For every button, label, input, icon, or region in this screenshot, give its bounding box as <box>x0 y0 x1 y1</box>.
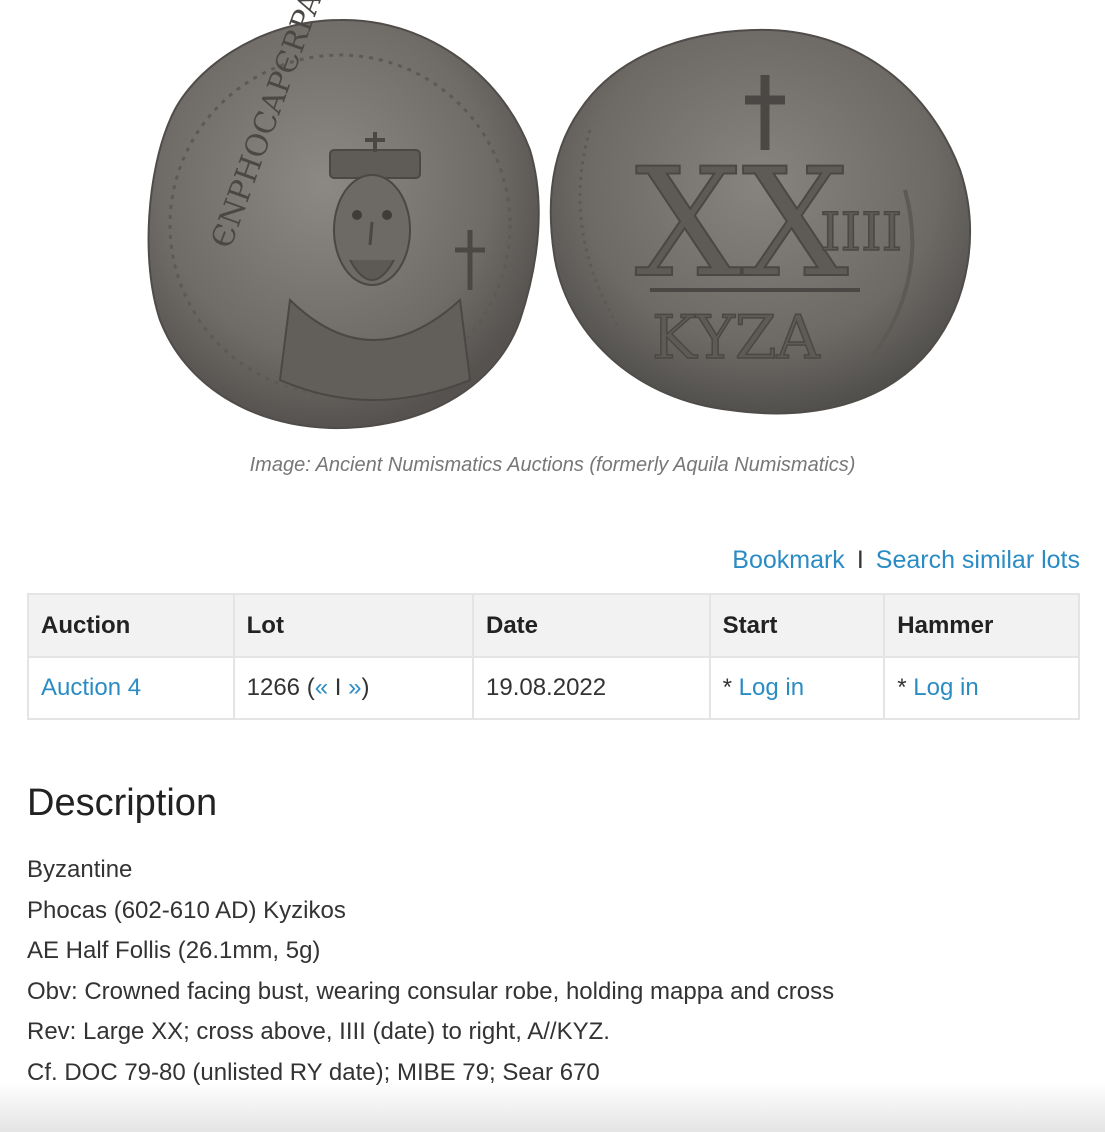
lot-nav-separator: I <box>328 674 349 701</box>
cell-date: 19.08.2022 <box>472 656 711 720</box>
actions-separator: I <box>856 546 864 574</box>
cell-auction: Auction 4 <box>27 656 235 720</box>
header-start: Start <box>708 593 886 658</box>
header-date: Date <box>472 593 711 658</box>
reverse-value: XX <box>635 137 849 311</box>
description-line: Obv: Crowned facing bust, wearing consul… <box>27 977 835 1005</box>
cell-lot: 1266 (« I ») <box>232 656 475 720</box>
lot-table: Auction Lot Date Start Hammer Auction 4 … <box>27 593 1080 720</box>
start-login-link[interactable]: Log in <box>739 674 804 701</box>
bottom-fade <box>0 1082 1105 1132</box>
coin-obverse: ЄNPHOCAPЄRPAVG <box>147 0 540 430</box>
header-hammer: Hammer <box>883 593 1080 658</box>
next-lot-link[interactable]: » <box>348 674 361 701</box>
bookmark-link[interactable]: Bookmark <box>732 546 845 574</box>
reverse-mint: KYZA <box>652 303 821 373</box>
coin-image: ЄNPHOCAPЄRPAVG XX IIII KYZA <box>0 0 1105 440</box>
description-line: Phocas (602-610 AD) Kyzikos <box>27 896 346 924</box>
cell-hammer: * Log in <box>883 656 1080 720</box>
description-line: AE Half Follis (26.1mm, 5g) <box>27 937 321 965</box>
description-title: Description <box>27 782 218 824</box>
hammer-asterisk: * <box>897 674 914 701</box>
lot-actions: Bookmark I Search similar lots <box>732 546 1080 575</box>
header-lot: Lot <box>232 593 475 658</box>
reverse-date: IIII <box>820 203 902 263</box>
cell-start: * Log in <box>708 656 886 720</box>
header-auction: Auction <box>27 593 235 658</box>
previous-lot-link[interactable]: « <box>315 674 328 701</box>
lot-number: 1266 ( <box>246 674 315 701</box>
lot-close-paren: ) <box>361 674 370 701</box>
search-similar-lots-link[interactable]: Search similar lots <box>876 546 1080 574</box>
description-line: Byzantine <box>27 856 133 883</box>
image-caption: Image: Ancient Numismatics Auctions (for… <box>249 454 856 476</box>
coin-reverse: XX IIII KYZA <box>549 28 971 415</box>
table-row: Auction 4 1266 (« I ») 19.08.2022 * Log … <box>27 656 1080 720</box>
start-asterisk: * <box>722 674 739 701</box>
hammer-login-link[interactable]: Log in <box>913 674 978 701</box>
description-list: Byzantine Phocas (602-610 AD) Kyzikos AE… <box>27 850 834 1094</box>
auction-link[interactable]: Auction 4 <box>41 674 141 701</box>
table-header-row: Auction Lot Date Start Hammer <box>27 593 1080 658</box>
description-line: Rev: Large XX; cross above, IIII (date) … <box>27 1018 610 1046</box>
